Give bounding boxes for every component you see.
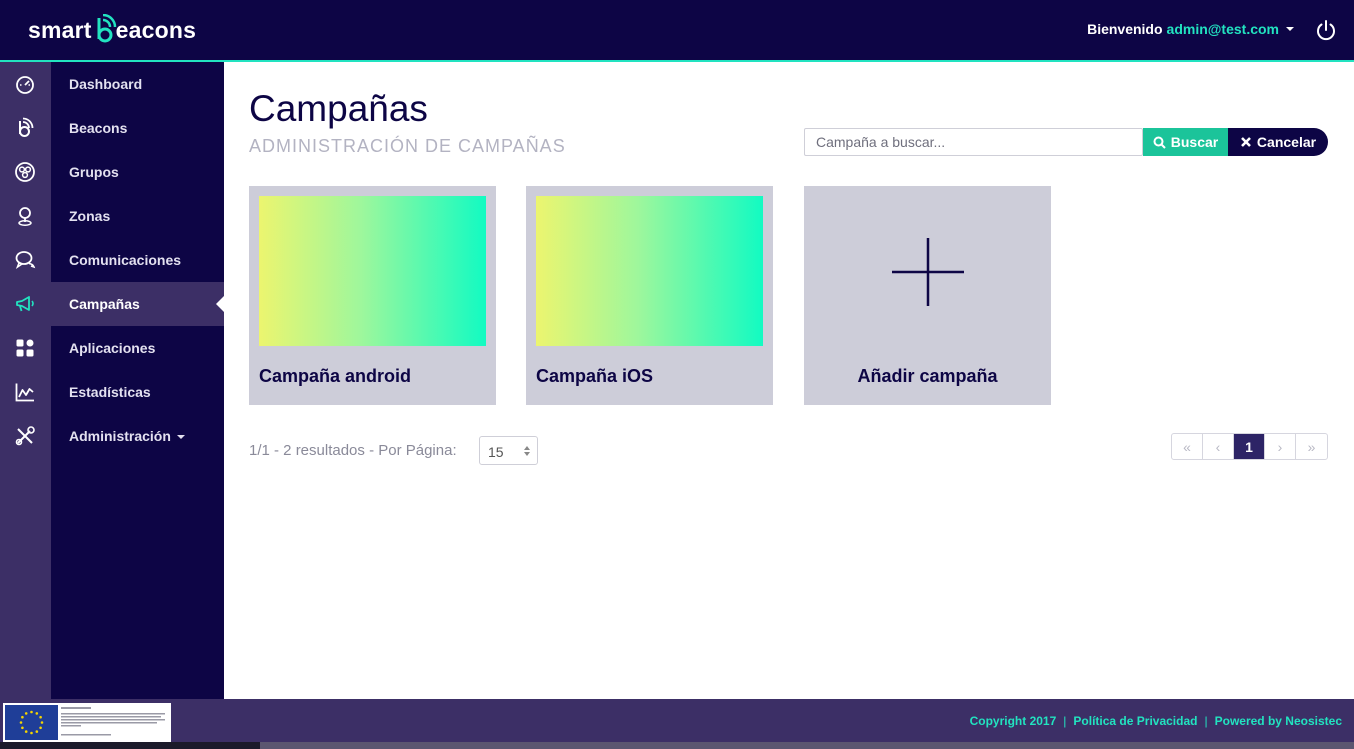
- per-page-select[interactable]: 15: [479, 436, 538, 465]
- pagination: « ‹ 1 › »: [1171, 433, 1328, 460]
- campaign-name: Campaña android: [259, 366, 412, 386]
- plus-icon: [892, 238, 964, 306]
- groups-icon: [15, 162, 35, 182]
- pagination-current[interactable]: 1: [1234, 434, 1265, 459]
- per-page-value: 15: [488, 444, 504, 460]
- close-icon: [1241, 137, 1251, 147]
- results-summary: 1/1 - 2 resultados - Por Página:: [249, 442, 457, 459]
- sidebar-item-campanas[interactable]: Campañas: [0, 282, 224, 326]
- add-campaign-card[interactable]: Añadir campaña: [804, 186, 1051, 405]
- apps-grid-icon: [16, 339, 34, 357]
- sidebar-item-dashboard[interactable]: Dashboard: [0, 62, 224, 106]
- campaign-card[interactable]: Campaña android: [249, 186, 496, 405]
- cancel-button-label: Cancelar: [1256, 134, 1317, 150]
- chat-icon: [15, 251, 36, 270]
- footer: Copyright 2017 | Política de Privacidad …: [0, 699, 1354, 742]
- campaign-card[interactable]: Campaña iOS: [526, 186, 773, 405]
- campaign-thumbnail[interactable]: [536, 196, 763, 346]
- chevron-down-icon[interactable]: [1286, 27, 1294, 31]
- copyright-text: Copyright 2017: [969, 714, 1057, 728]
- power-logout-icon[interactable]: [1315, 19, 1337, 41]
- sidebar-item-beacons[interactable]: Beacons: [0, 106, 224, 150]
- sidebar-item-comunicaciones[interactable]: Comunicaciones: [0, 238, 224, 282]
- page-subtitle: ADMINISTRACIÓN DE CAMPAÑAS: [249, 136, 566, 156]
- pagination-first[interactable]: «: [1172, 434, 1203, 459]
- logo-text-eacons: eacons: [115, 17, 197, 43]
- cancel-button[interactable]: Cancelar: [1228, 128, 1328, 156]
- tools-icon: [15, 426, 35, 446]
- sidebar-item-label: Dashboard: [69, 76, 143, 92]
- eu-flag-icon: [5, 705, 58, 740]
- pagination-last[interactable]: »: [1296, 434, 1327, 459]
- divider: |: [1204, 714, 1208, 728]
- page-title: Campañas: [249, 88, 428, 129]
- window-bottom-strip-dark: [0, 742, 260, 749]
- sidebar-item-label: Grupos: [69, 164, 119, 180]
- logo-b-signal-icon: [93, 14, 116, 44]
- dashboard-icon: [16, 76, 34, 94]
- zone-pin-icon: [18, 207, 32, 226]
- welcome-text: Bienvenido: [1087, 21, 1163, 37]
- sidebar-item-label: Beacons: [69, 120, 128, 136]
- privacy-policy-link[interactable]: Política de Privacidad: [1073, 714, 1197, 728]
- sidebar-item-label: Aplicaciones: [69, 340, 156, 356]
- sidebar-item-grupos[interactable]: Grupos: [0, 150, 224, 194]
- footer-links: Copyright 2017 | Política de Privacidad …: [970, 714, 1342, 728]
- search-icon: [1153, 136, 1166, 149]
- sidebar-item-label: Administración: [69, 428, 185, 444]
- search-button-label: Buscar: [1170, 134, 1219, 150]
- powered-by-link[interactable]: Powered by Neosistec: [1215, 714, 1342, 728]
- eu-funding-logo: [3, 703, 171, 742]
- sidebar-item-label-text: Administración: [69, 428, 171, 444]
- megaphone-icon: [16, 296, 34, 312]
- user-menu[interactable]: Bienvenido admin@test.com: [1087, 21, 1294, 37]
- eu-fine-print: [61, 707, 165, 736]
- sidebar-item-administracion[interactable]: Administración: [0, 414, 224, 458]
- campaign-name: Campaña iOS: [536, 366, 654, 386]
- campaign-thumbnail[interactable]: [259, 196, 486, 346]
- sidebar-item-label: Campañas: [69, 296, 140, 312]
- user-email[interactable]: admin@test.com: [1167, 21, 1279, 37]
- sidebar-item-label: Comunicaciones: [69, 252, 182, 268]
- sidebar-item-label: Estadísticas: [69, 384, 151, 400]
- sidebar-item-estadisticas[interactable]: Estadísticas: [0, 370, 224, 414]
- select-arrows-icon: [524, 446, 530, 456]
- search-input[interactable]: [804, 128, 1143, 156]
- logo-text-smart: smart: [28, 17, 92, 43]
- sidebar-item-aplicaciones[interactable]: Aplicaciones: [0, 326, 224, 370]
- chevron-down-icon: [176, 435, 185, 440]
- beacon-icon: [19, 117, 34, 137]
- divider: |: [1063, 714, 1067, 728]
- search-button[interactable]: Buscar: [1143, 128, 1228, 156]
- add-campaign-label: Añadir campaña: [857, 366, 998, 386]
- pagination-next[interactable]: ›: [1265, 434, 1296, 459]
- smartbeacons-logo[interactable]: smart eacons: [28, 14, 196, 44]
- sidebar-item-label: Zonas: [69, 208, 111, 224]
- top-bar: smart eacons Bienvenido admin@test.com: [0, 0, 1354, 62]
- sidebar-item-zonas[interactable]: Zonas: [0, 194, 224, 238]
- stats-icon: [15, 383, 34, 402]
- pagination-prev[interactable]: ‹: [1203, 434, 1234, 459]
- window-bottom-strip: [0, 742, 1354, 749]
